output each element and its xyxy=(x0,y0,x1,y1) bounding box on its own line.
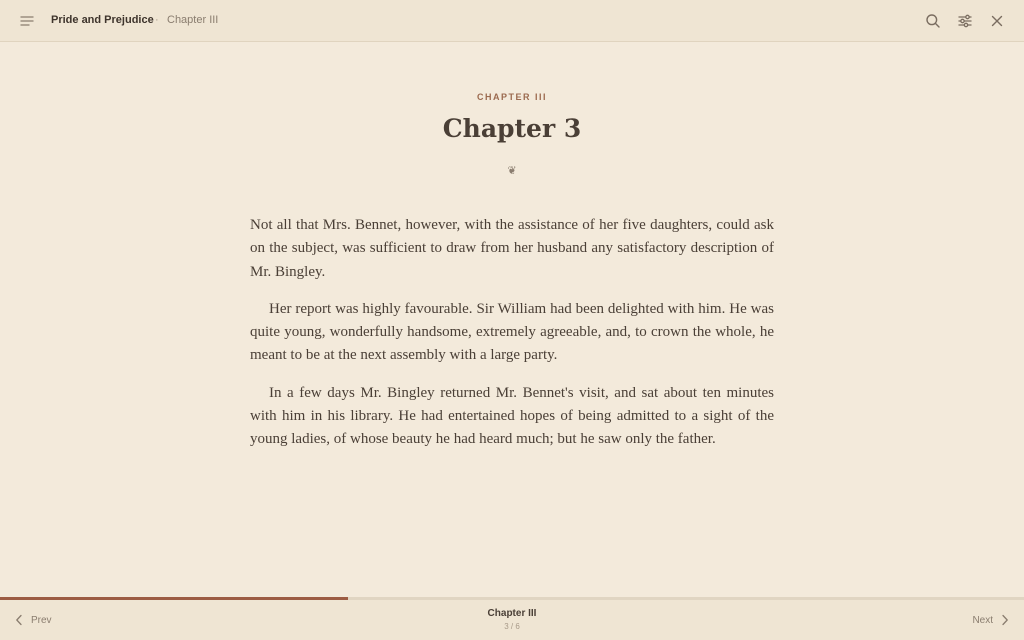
chapter-kicker: CHAPTER III xyxy=(476,92,547,102)
top-bar: Pride and Prejudice · Chapter III xyxy=(0,0,1024,42)
chapter-text: Not all that Mrs. Bennet, however, with … xyxy=(250,214,774,466)
menu-button[interactable] xyxy=(15,9,39,33)
current-chapter-label: Chapter III xyxy=(167,14,219,26)
footer-chapter-title: Chapter III xyxy=(487,608,537,619)
book-title: Pride and Prejudice xyxy=(51,14,154,26)
reading-settings-button[interactable] xyxy=(953,9,977,33)
chapter-title: Chapter 3 xyxy=(442,114,582,143)
search-icon xyxy=(926,14,940,28)
paragraph: In a few days Mr. Bingley returned Mr. B… xyxy=(250,384,774,448)
paragraph: Her report was highly favourable. Sir Wi… xyxy=(250,300,774,364)
next-label: Next xyxy=(972,614,993,626)
sliders-icon xyxy=(958,14,972,28)
breadcrumb-separator: · xyxy=(155,14,159,26)
page-indicator: 3 / 6 xyxy=(504,622,520,631)
ornament-icon: ❦ xyxy=(507,165,517,177)
search-button[interactable] xyxy=(921,9,945,33)
close-icon xyxy=(991,15,1003,27)
bottom-bar: Prev Chapter III 3 / 6 Next xyxy=(0,600,1024,640)
paragraph: Not all that Mrs. Bennet, however, with … xyxy=(250,217,774,280)
close-button[interactable] xyxy=(985,9,1009,33)
menu-icon xyxy=(20,16,34,26)
chevron-right-icon xyxy=(1002,614,1008,626)
next-button[interactable]: Next xyxy=(972,611,1009,629)
